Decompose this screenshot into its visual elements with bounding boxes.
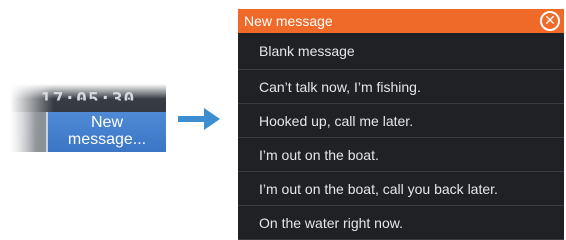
- message-template-label: Blank message: [259, 43, 355, 59]
- new-message-button[interactable]: New message...: [48, 112, 166, 152]
- message-template-item[interactable]: Blank message: [238, 33, 564, 70]
- message-template-label: Can’t talk now, I’m fishing.: [259, 78, 421, 95]
- message-template-label: Hooked up, call me later.: [259, 112, 414, 129]
- new-message-button-line1: New: [90, 114, 123, 131]
- crop-side-strip: [10, 112, 46, 152]
- message-template-label: On the water right now.: [259, 214, 403, 231]
- message-template-list: Blank message Can’t talk now, I’m fishin…: [238, 33, 564, 240]
- message-template-label: I’m out on the boat.: [259, 146, 379, 163]
- close-icon[interactable]: ✕: [540, 11, 560, 31]
- message-template-item[interactable]: On the water right now.: [238, 206, 564, 240]
- new-message-button-line2: message...: [67, 131, 147, 148]
- dialog-title: New message: [244, 13, 333, 29]
- new-message-button-crop: 17:05:30 New message...: [10, 84, 166, 152]
- message-template-item[interactable]: I’m out on the boat.: [238, 138, 564, 172]
- message-template-item[interactable]: Hooked up, call me later.: [238, 104, 564, 138]
- message-template-label: I’m out on the boat, call you back later…: [259, 180, 498, 197]
- arrow-right-icon: [178, 108, 220, 130]
- new-message-dialog: New message ✕ Blank message Can’t talk n…: [238, 9, 564, 240]
- dialog-header: New message ✕: [238, 9, 564, 33]
- message-template-item[interactable]: I’m out on the boat, call you back later…: [238, 172, 564, 206]
- message-template-item[interactable]: Can’t talk now, I’m fishing.: [238, 70, 564, 104]
- close-glyph: ✕: [544, 13, 556, 29]
